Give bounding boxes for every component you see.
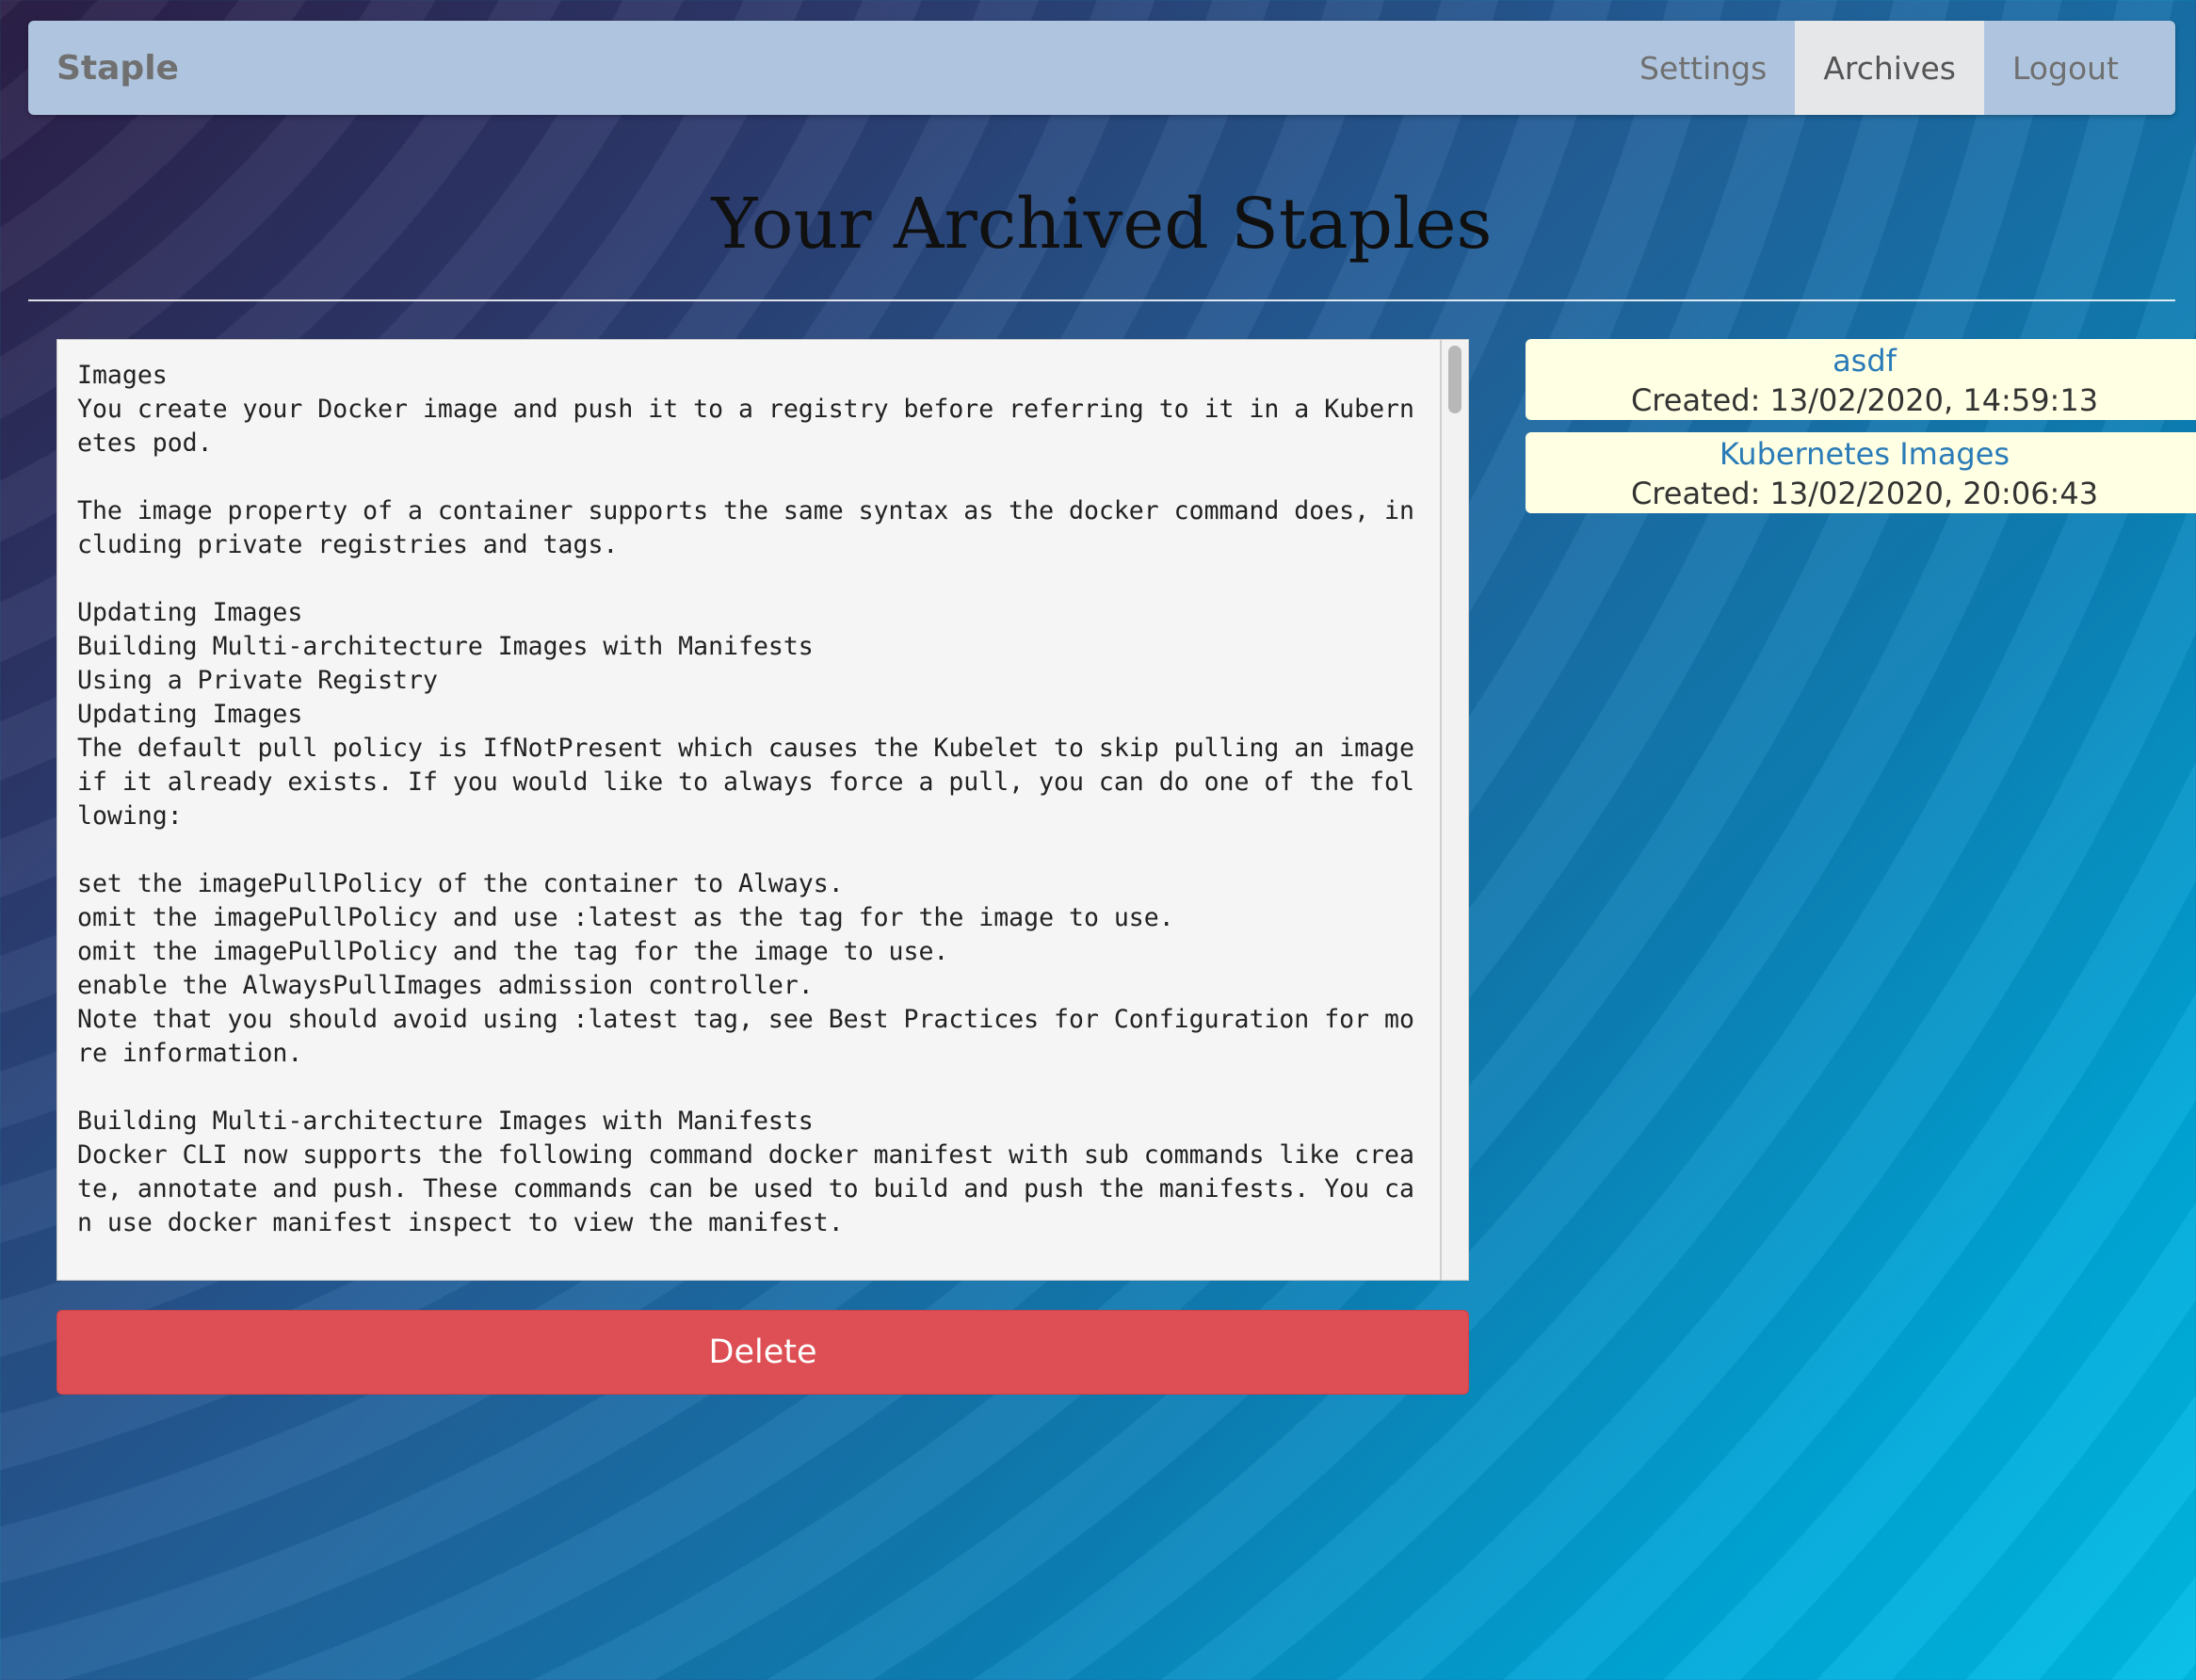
nav-logout-link[interactable]: Logout	[1984, 21, 2147, 115]
staple-created-date: Created: 13/02/2020, 14:59:13	[1630, 382, 2099, 418]
title-divider	[28, 299, 2175, 301]
staple-content-text[interactable]: Images You create your Docker image and …	[77, 359, 1424, 1240]
delete-button[interactable]: Delete	[57, 1310, 1469, 1395]
nav-links: Settings Archives Logout	[1611, 21, 2147, 115]
staple-title-link[interactable]: Kubernetes Images	[1526, 436, 2196, 472]
archived-staple-card[interactable]: Kubernetes Images Created: 13/02/2020, 2…	[1526, 432, 2196, 513]
nav-archives-link[interactable]: Archives	[1795, 21, 1984, 115]
archived-staple-card[interactable]: asdf Created: 13/02/2020, 14:59:13	[1526, 339, 2196, 420]
nav-settings-link[interactable]: Settings	[1611, 21, 1795, 115]
editor-scroll-thumb[interactable]	[1448, 346, 1461, 413]
page-title: Your Archived Staples	[711, 184, 1493, 265]
staple-title-link[interactable]: asdf	[1526, 343, 2196, 379]
navbar: Staple Settings Archives Logout	[28, 21, 2175, 115]
staple-content-editor[interactable]: Images You create your Docker image and …	[57, 339, 1469, 1281]
editor-scrollbar[interactable]	[1440, 340, 1468, 1280]
staple-created-date: Created: 13/02/2020, 20:06:43	[1630, 476, 2099, 511]
brand-logo[interactable]: Staple	[28, 21, 179, 115]
